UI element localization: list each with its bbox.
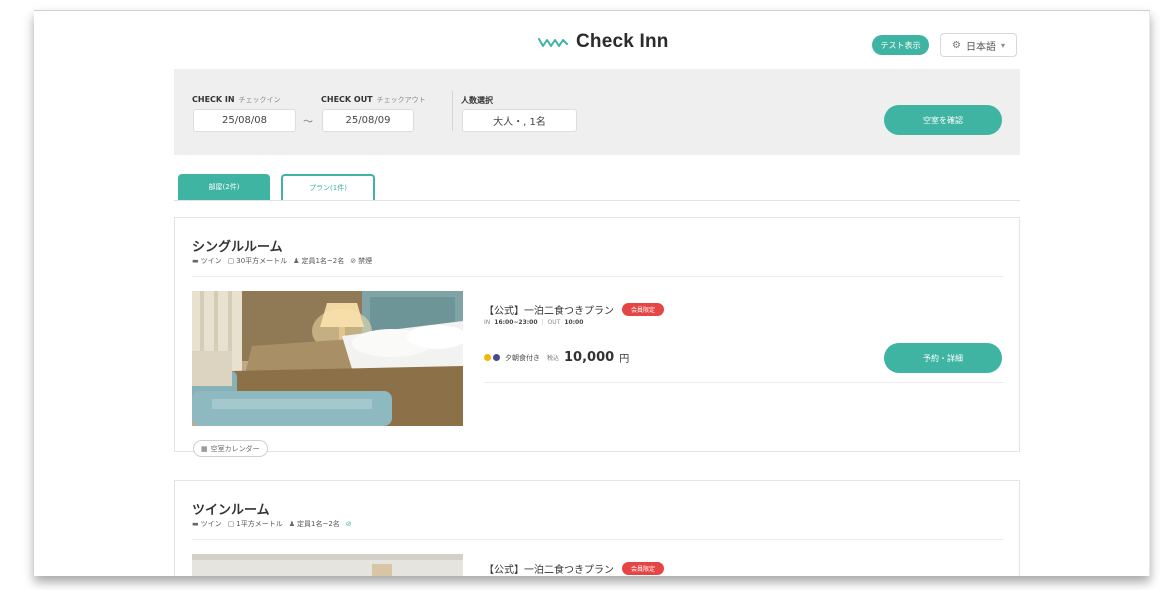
calendar-label: 空室カレンダー [210,444,260,453]
guests-select[interactable]: 大人・, 1名 [462,109,577,132]
globe-icon: ⚙ [952,39,961,51]
room-capacity: 定員1名~2名 [297,520,340,528]
logo-mark-icon [538,38,568,47]
field-divider [452,91,453,131]
tab-plans[interactable]: プラン(1件) [281,174,375,200]
checkin-date-field[interactable]: 25/08/08 [193,109,296,132]
checkin-time-label: IN [484,319,491,326]
plan-price: 10,000 [564,350,615,365]
plan-times: IN 16:00~23:00 | OUT 10:00 [484,319,583,326]
check-availability-button[interactable]: 空室を確認 [884,105,1002,135]
plan-name-text: 【公式】一泊二食つきプラン [484,565,614,576]
checkout-time-label: OUT [547,319,561,326]
checkout-date-field[interactable]: 25/08/09 [322,109,414,132]
room-size: 1平方メートル [236,520,283,528]
check-circle-icon: ⊘ [345,520,352,528]
logo[interactable]: Check Inn [538,31,669,53]
members-only-badge: 会員限定 [622,562,665,575]
area-icon: ▢ [227,520,235,528]
members-only-badge: 会員限定 [622,303,665,316]
room-photo-image [192,554,463,576]
tab-rooms[interactable]: 部屋(2件) [178,174,270,200]
room-bed: ツイン [200,520,222,528]
room-photo-image [192,291,463,426]
room-size: 30平方メートル [236,257,288,265]
currency-label: 円 [619,354,630,365]
time-divider: | [541,319,544,326]
page-edge [1149,11,1150,576]
card-divider [192,539,1004,540]
logo-text: Check Inn [576,31,669,52]
room-bed: ツイン [200,257,222,265]
language-select[interactable]: ⚙ 日本語 ▾ [940,33,1017,57]
tax-label: 税込 [547,355,560,362]
person-icon: ♟ [293,257,300,265]
tab-underline [174,200,1020,201]
plan-divider [484,382,1004,383]
login-button[interactable]: テスト表示 [872,35,929,55]
browser-page: Check Inn テスト表示 ⚙ 日本語 ▾ CHECK IN チェックイン 2… [34,10,1150,576]
meal-label: 夕朝食付き [505,353,540,362]
room-meta: ▬ ツイン ▢ 1平方メートル ♟ 定員1名~2名 ⊘ [192,519,352,529]
calendar-icon: ▦ [201,444,208,453]
room-photo[interactable] [192,554,463,576]
plan-name-text: 【公式】一泊二食つきプラン [484,306,614,317]
guests-label: 人数選択 [461,96,493,105]
room-card: シングルルーム ▬ツイン ▢30平方メートル ♟定員1名~2名 ⊘禁煙 [174,217,1020,457]
bed-icon: ▬ [192,257,199,265]
room-photo[interactable] [192,291,463,426]
checkout-time: 10:00 [564,319,584,326]
checkout-label: CHECK OUT チェックアウト [321,95,426,104]
card-divider [192,276,1004,277]
room-title: シングルルーム [192,240,283,255]
room-card: ツインルーム ▬ ツイン ▢ 1平方メートル ♟ 定員1名~2名 ⊘ 【公式】一泊二食… [174,480,1020,576]
chevron-down-icon: ▾ [1000,40,1005,50]
dinner-dot-icon [484,354,491,361]
room-meta: ▬ ツイン ▢ 30平方メートル ♟ 定員1名~2名 ⊘ 禁煙 [192,256,372,266]
room-title: ツインルーム [192,503,270,518]
price-row: 夕朝食付き 税込 10,000 円 [484,350,629,365]
room-smoking: 禁煙 [358,257,373,265]
checkin-time: 16:00~23:00 [494,319,538,326]
plan-name[interactable]: 【公式】一泊二食つきプラン 会員限定 [484,561,665,576]
room-capacity: 定員1名~2名 [301,257,345,265]
checkin-label: CHECK IN チェックイン [192,95,281,104]
search-panel: CHECK IN チェックイン 25/08/08 〜 CHECK OUT チェックア… [174,69,1020,155]
plan-name[interactable]: 【公式】一泊二食つきプラン 会員限定 [484,302,665,317]
availability-calendar-button[interactable]: ▦ 空室カレンダー [193,440,268,457]
reserve-details-button[interactable]: 予約・詳細 [884,343,1002,373]
language-label: 日本語 [965,41,996,53]
date-separator: 〜 [303,117,313,128]
person-icon: ♟ [288,520,295,528]
no-smoking-icon: ⊘ [350,257,357,265]
bed-icon: ▬ [192,520,199,528]
breakfast-dot-icon [493,354,500,361]
area-icon: ▢ [227,257,235,265]
